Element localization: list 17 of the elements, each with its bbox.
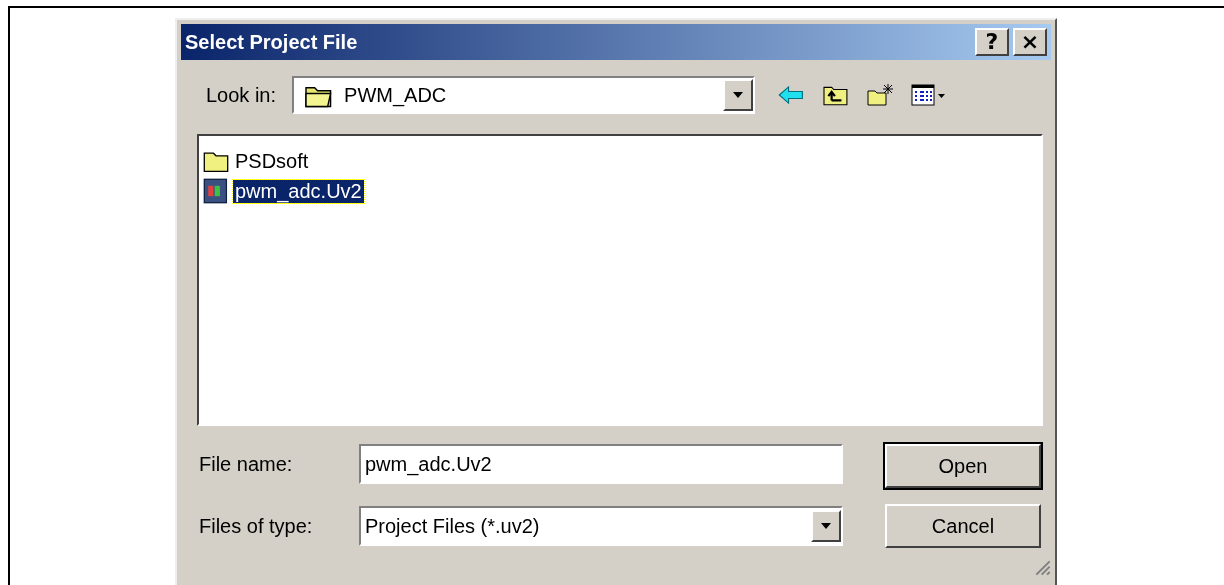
- new-folder-icon[interactable]: [865, 83, 896, 107]
- window-title: Select Project File: [185, 30, 358, 54]
- resize-grip-icon[interactable]: [1035, 560, 1051, 576]
- file-item[interactable]: PSDsoft: [233, 149, 311, 173]
- cancel-button[interactable]: Cancel: [885, 504, 1041, 548]
- look-in-dropdown[interactable]: PWM_ADC: [292, 76, 756, 114]
- project-file-icon: [203, 178, 229, 204]
- open-button[interactable]: Open: [885, 444, 1041, 488]
- file-item[interactable]: pwm_adc.Uv2: [233, 179, 364, 203]
- file-type-dropdown[interactable]: Project Files (*.uv2): [359, 506, 843, 546]
- look-in-label: Look in:: [206, 83, 277, 107]
- close-button[interactable]: ×: [1013, 28, 1047, 56]
- file-name-label: File name:: [199, 452, 294, 476]
- file-name-field[interactable]: pwm_adc.Uv2: [359, 444, 843, 484]
- look-in-value: PWM_ADC: [343, 83, 448, 107]
- help-button[interactable]: ?: [975, 28, 1009, 56]
- file-type-label: Files of type:: [199, 514, 314, 538]
